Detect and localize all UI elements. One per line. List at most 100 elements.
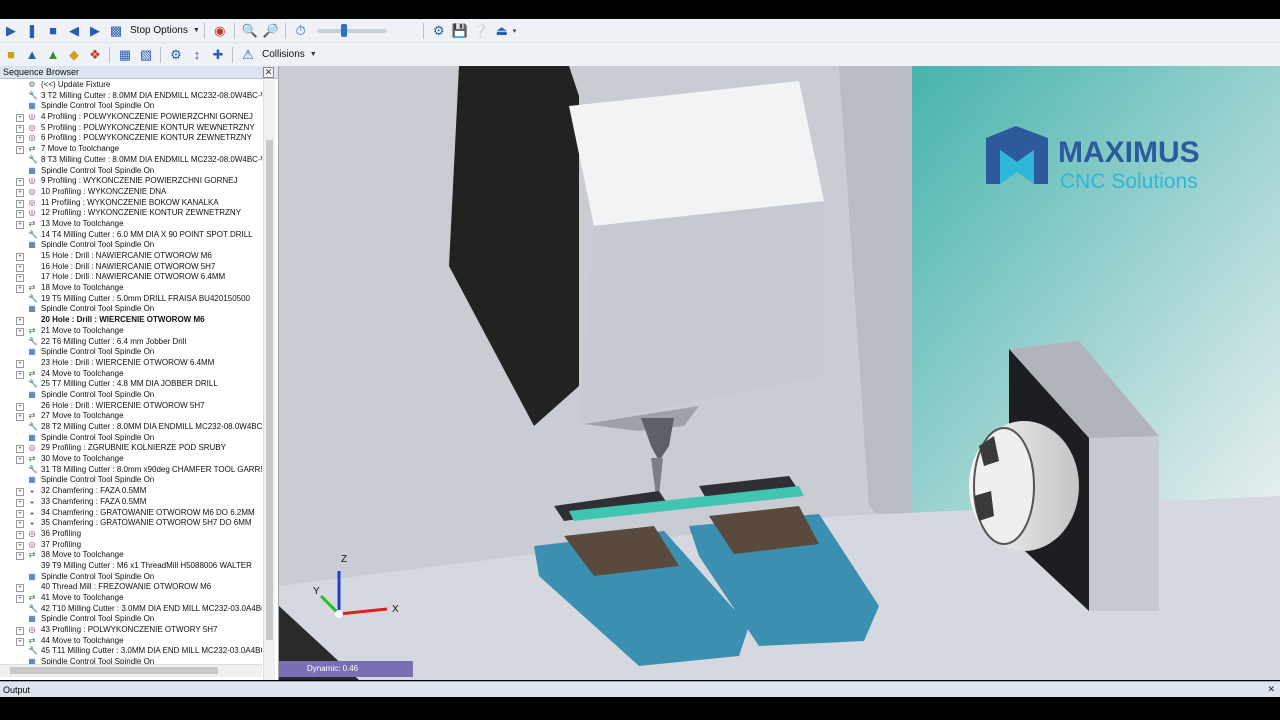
list-item[interactable]: + ⇄ 24 Move to Toolchange	[0, 369, 262, 380]
list-item[interactable]: 🔧 3 T2 Milling Cutter : 8.0MM DIA ENDMILL…	[0, 91, 262, 102]
record-icon[interactable]: ◉	[210, 22, 230, 40]
sequence-tree[interactable]: ⚙ (<<) Update Fixture 🔧 3 T2 Milling Cutter…	[0, 80, 262, 674]
list-item[interactable]: + ⇄ 27 Move to Toolchange	[0, 411, 262, 422]
expand-icon[interactable]: +	[16, 274, 24, 283]
list-item[interactable]: +23 Hole : Drill : WIERCENIE OTWOROW 6.4…	[0, 358, 262, 369]
speed-icon[interactable]: ⏱	[291, 22, 311, 40]
expand-icon[interactable]: +	[16, 220, 24, 229]
list-item[interactable]: +17 Hole : Drill : NAWIERCANIE OTWOROW 6…	[0, 272, 262, 283]
list-item[interactable]: + ◎ 37 Profiling	[0, 540, 262, 551]
list-item[interactable]: + ◒ 32 Chamfering : FAZA 0.5MM	[0, 486, 262, 497]
collisions-icon[interactable]: ⚠	[238, 46, 258, 64]
close-icon[interactable]: ✕	[263, 67, 274, 78]
slider-knob[interactable]	[340, 23, 347, 37]
fast-forward-icon[interactable]: ▶	[85, 22, 105, 40]
expand-icon[interactable]: +	[16, 541, 24, 550]
scrollbar-thumb[interactable]	[10, 667, 218, 674]
expand-icon[interactable]: +	[16, 210, 24, 219]
view-side-icon[interactable]: ▧	[136, 46, 156, 64]
list-item[interactable]: + ◎ 11 Profiling : WYKONCZENIE BOKOW KANAL…	[0, 198, 262, 209]
expand-icon[interactable]: +	[16, 509, 24, 518]
list-item[interactable]: + ⇄ 30 Move to Toolchange	[0, 454, 262, 465]
list-item[interactable]: + ◎ 6 Profiling : POLWYKONCZENIE KONTUR ZE…	[0, 133, 262, 144]
eject-icon[interactable]: ⏏	[492, 22, 512, 40]
axis-icon[interactable]: ↕	[187, 46, 207, 64]
list-item[interactable]: + ⇄ 21 Move to Toolchange	[0, 326, 262, 337]
show-tool-icon[interactable]: ◆	[64, 46, 84, 64]
help-icon[interactable]: ❔	[471, 22, 491, 40]
list-item[interactable]: + ◎ 43 Profiling : POLWYKONCZENIE OTWORY 5…	[0, 625, 262, 636]
machine-icon[interactable]: ⚙	[166, 46, 186, 64]
stop-options-button[interactable]: Stop Options	[130, 25, 188, 36]
play-icon[interactable]: ▶	[1, 22, 21, 40]
expand-icon[interactable]: +	[16, 445, 24, 454]
horizontal-scrollbar[interactable]	[0, 664, 262, 677]
list-item[interactable]: + ⇄ 13 Move to Toolchange	[0, 219, 262, 230]
collisions-button[interactable]: Collisions	[262, 49, 305, 60]
list-item[interactable]: +16 Hole : Drill : NAWIERCANIE OTWOROW 5…	[0, 262, 262, 273]
list-item[interactable]: + ◎ 29 Profiling : ZGRUBNIE KOLNIERZE POD …	[0, 443, 262, 454]
expand-icon[interactable]: +	[16, 370, 24, 379]
expand-icon[interactable]: +	[16, 413, 24, 422]
list-item[interactable]: ▦ Spindle Control Tool Spindle On	[0, 390, 262, 401]
expand-icon[interactable]: +	[16, 327, 24, 336]
list-item[interactable]: + ◎ 36 Profiling	[0, 529, 262, 540]
stop-options-icon[interactable]: ▩	[106, 22, 126, 40]
expand-icon[interactable]: +	[16, 552, 24, 561]
expand-icon[interactable]: +	[16, 263, 24, 272]
show-stock-icon[interactable]: ■	[1, 46, 21, 64]
toolbar-overflow-icon[interactable]: ▾	[513, 27, 517, 35]
expand-icon[interactable]: +	[16, 530, 24, 539]
list-item[interactable]: 🔧 14 T4 Milling Cutter : 6.0 MM DIA X 90 …	[0, 230, 262, 241]
vertical-scrollbar[interactable]	[263, 80, 275, 680]
view-front-icon[interactable]: ▦	[115, 46, 135, 64]
expand-icon[interactable]: +	[16, 520, 24, 529]
list-item[interactable]: + ⇄ 41 Move to Toolchange	[0, 593, 262, 604]
expand-icon[interactable]: +	[16, 359, 24, 368]
step-icon[interactable]: ❚	[22, 22, 42, 40]
list-item[interactable]: + ◎ 4 Profiling : POLWYKONCZENIE POWIERZCH…	[0, 112, 262, 123]
expand-icon[interactable]: +	[16, 285, 24, 294]
list-item[interactable]: +20 Hole : Drill : WIERCENIE OTWOROW M6	[0, 315, 262, 326]
list-item[interactable]: 🔧 45 T11 Milling Cutter : 3.0MM DIA END M…	[0, 646, 262, 657]
list-item[interactable]: ▦ Spindle Control Tool Spindle On	[0, 347, 262, 358]
list-item[interactable]: +40 Thread Mill : FREZOWANIE OTWOROW M6	[0, 582, 262, 593]
expand-icon[interactable]: +	[16, 498, 24, 507]
expand-icon[interactable]: +	[16, 317, 24, 326]
expand-icon[interactable]: +	[16, 595, 24, 603]
expand-icon[interactable]: +	[16, 188, 24, 197]
list-item[interactable]: ▦ Spindle Control Tool Spindle On	[0, 240, 262, 251]
expand-icon[interactable]: +	[16, 178, 24, 187]
list-item[interactable]: 🔧 22 T6 Milling Cutter : 6.4 mm Jobber Dr…	[0, 337, 262, 348]
list-item[interactable]: + ◎ 10 Profiling : WYKONCZENIE DNA	[0, 187, 262, 198]
show-fixture-icon[interactable]: ▲	[22, 46, 42, 64]
stop-icon[interactable]: ■	[43, 22, 63, 40]
zoom-in-icon[interactable]: 🔍	[240, 22, 260, 40]
expand-icon[interactable]: +	[16, 488, 24, 497]
list-item[interactable]: + ◎ 9 Profiling : WYKONCZENIE POWIERZCHNI …	[0, 176, 262, 187]
expand-icon[interactable]: +	[16, 124, 24, 133]
expand-icon[interactable]: +	[16, 637, 24, 646]
list-item[interactable]: ▦ Spindle Control Tool Spindle On	[0, 101, 262, 112]
list-item[interactable]: ▦ Spindle Control Tool Spindle On	[0, 304, 262, 315]
expand-icon[interactable]: +	[16, 146, 24, 155]
transform-icon[interactable]: ✚	[208, 46, 228, 64]
list-item[interactable]: + ⇄ 18 Move to Toolchange	[0, 283, 262, 294]
list-item[interactable]: + ◒ 35 Chamfering : GRATOWANIE OTWOROW 5H7…	[0, 518, 262, 529]
expand-icon[interactable]: +	[16, 114, 24, 123]
list-item[interactable]: + ⇄ 38 Move to Toolchange	[0, 550, 262, 561]
list-item[interactable]: + ⇄ 7 Move to Toolchange	[0, 144, 262, 155]
list-item[interactable]: + ◎ 5 Profiling : POLWYKONCZENIE KONTUR WE…	[0, 123, 262, 134]
list-item[interactable]: + ◎ 12 Profiling : WYKONCZENIE KONTUR ZEWN…	[0, 208, 262, 219]
toolpath-icon[interactable]: ❖	[85, 46, 105, 64]
list-item[interactable]: 🔧 25 T7 Milling Cutter : 4.8 MM DIA JOBBE…	[0, 379, 262, 390]
list-item[interactable]: ⚙ (<<) Update Fixture	[0, 80, 262, 91]
list-item[interactable]: +15 Hole : Drill : NAWIERCANIE OTWOROW M…	[0, 251, 262, 262]
chevron-down-icon[interactable]: ▼	[310, 51, 317, 58]
list-item[interactable]: ▦ Spindle Control Tool Spindle On	[0, 475, 262, 486]
list-item[interactable]: + ◒ 33 Chamfering : FAZA 0.5MM	[0, 497, 262, 508]
show-part-icon[interactable]: ▲	[43, 46, 63, 64]
expand-icon[interactable]: +	[16, 253, 24, 261]
list-item[interactable]: 39 T9 Milling Cutter : M6 x1 ThreadMill …	[0, 561, 262, 572]
rewind-icon[interactable]: ◀	[64, 22, 84, 40]
